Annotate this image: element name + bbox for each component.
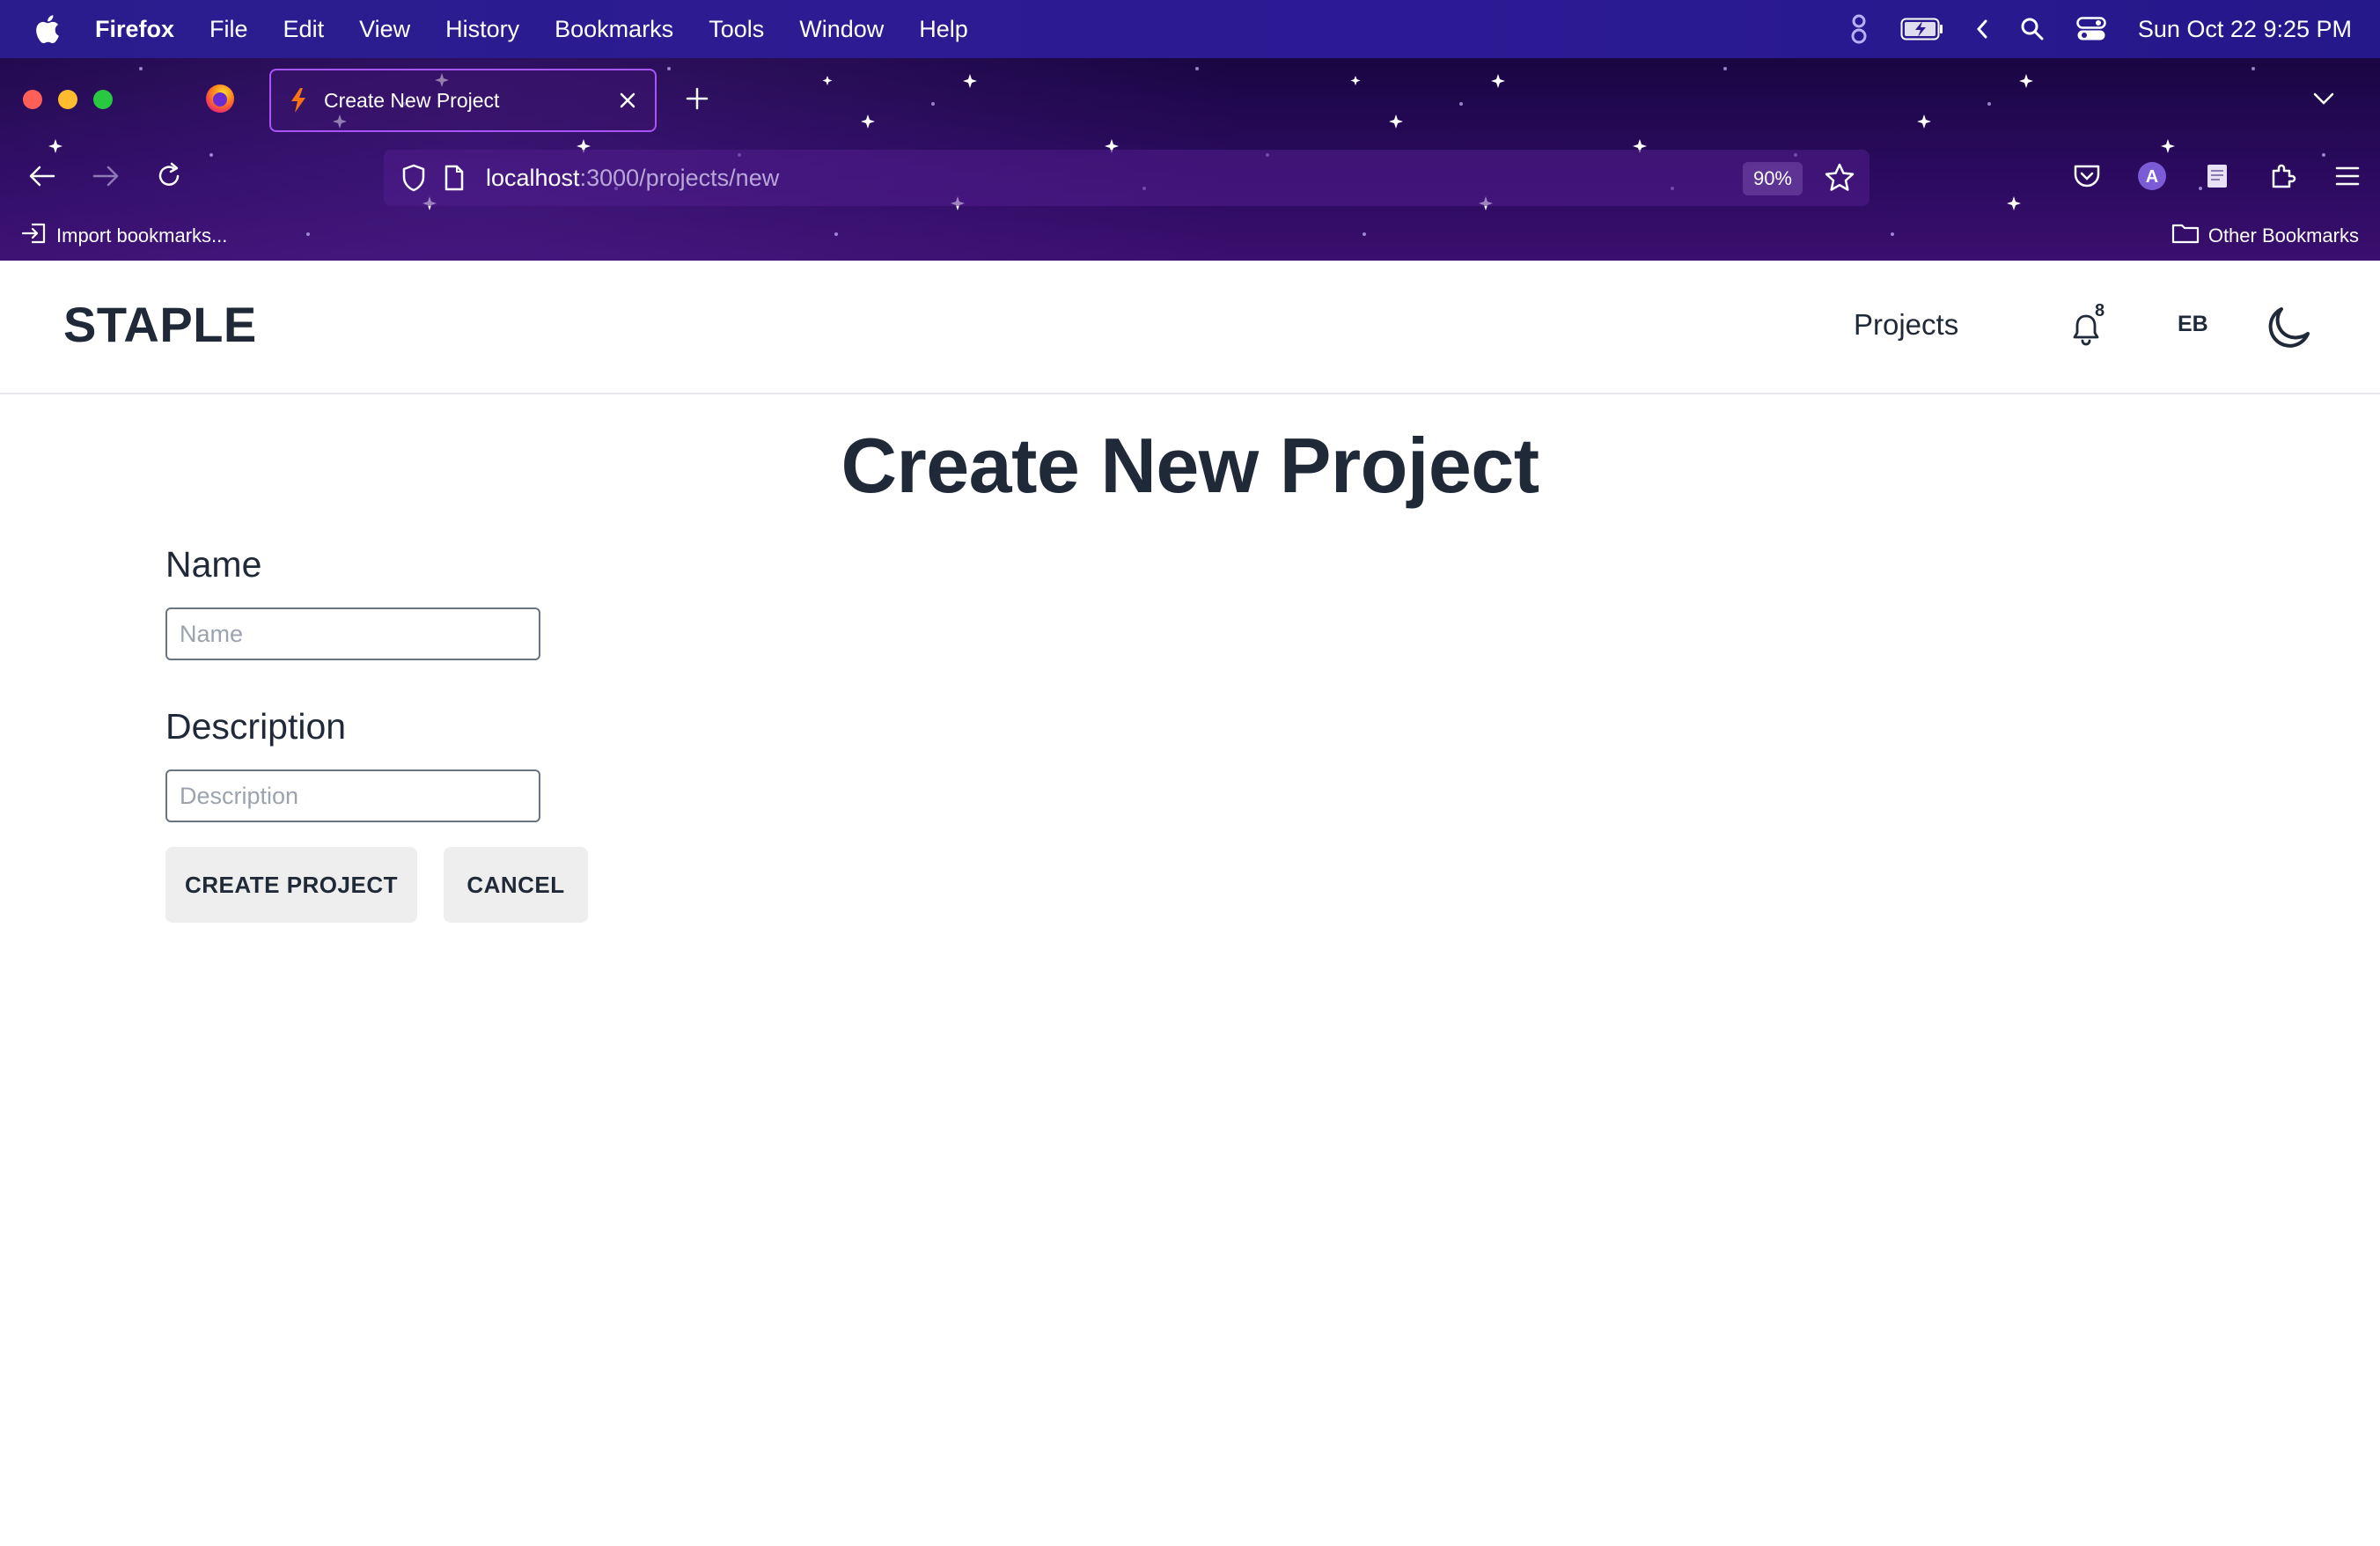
menu-edit[interactable]: Edit: [283, 16, 325, 43]
list-all-tabs-chevron-icon[interactable]: [2311, 90, 2336, 107]
other-bookmarks-label: Other Bookmarks: [2207, 225, 2359, 247]
chevron-left-icon[interactable]: [1976, 18, 1988, 40]
name-input[interactable]: [165, 607, 540, 660]
minimize-window-button[interactable]: [58, 90, 77, 109]
tab-create-new-project[interactable]: Create New Project: [269, 69, 657, 132]
zoom-level-badge[interactable]: 90%: [1742, 162, 1803, 195]
new-tab-plus-icon[interactable]: [685, 86, 709, 111]
user-avatar[interactable]: EB: [2178, 312, 2208, 337]
page-icon[interactable]: [438, 162, 470, 194]
moon-icon[interactable]: [2264, 301, 2315, 352]
menu-file[interactable]: File: [209, 16, 248, 43]
back-arrow-icon[interactable]: [25, 158, 60, 194]
url-path: :3000/projects/new: [579, 164, 780, 191]
import-bookmarks-label: Import bookmarks...: [56, 225, 228, 247]
zoom-window-button[interactable]: [93, 90, 113, 109]
menu-window[interactable]: Window: [799, 16, 884, 43]
close-tab-icon[interactable]: [618, 91, 637, 110]
notification-count-badge: 8: [2095, 301, 2105, 320]
shield-icon[interactable]: [398, 162, 430, 194]
account-initial: A: [2146, 167, 2158, 187]
macos-menu-bar: Firefox File Edit View History Bookmarks…: [0, 0, 2380, 58]
description-label: Description: [165, 706, 347, 747]
site-header: STAPLE Projects 8 EB: [0, 261, 2380, 394]
menu-bookmarks[interactable]: Bookmarks: [555, 16, 673, 43]
firefox-view-icon[interactable]: [204, 83, 236, 114]
reader-icon[interactable]: [2202, 161, 2232, 191]
nav-projects-link[interactable]: Projects: [1854, 308, 1958, 342]
tab-title: Create New Project: [324, 88, 500, 112]
browser-chrome: Create New Project localhost:3000/projec…: [0, 58, 2380, 261]
control-center-icon[interactable]: [2076, 17, 2106, 41]
staple-favicon-icon: [287, 87, 310, 114]
menu-help[interactable]: Help: [919, 16, 968, 43]
battery-charging-icon[interactable]: [1900, 18, 1944, 40]
bookmarks-toolbar: Import bookmarks... Other Bookmarks: [0, 211, 2380, 261]
description-input[interactable]: [165, 769, 540, 822]
reload-icon[interactable]: [151, 158, 187, 194]
grammarly-icon[interactable]: [1849, 13, 1869, 45]
menu-bar-status-area: Sun Oct 22 9:25 PM: [1818, 0, 2352, 58]
import-icon: [21, 222, 48, 250]
menu-app-firefox[interactable]: Firefox: [95, 16, 174, 43]
url-host: localhost: [486, 164, 580, 191]
apple-icon[interactable]: [32, 14, 62, 44]
cancel-button[interactable]: CANCEL: [444, 847, 588, 923]
star-icon[interactable]: [1824, 162, 1855, 194]
account-icon[interactable]: A: [2137, 161, 2167, 191]
tab-bar: Create New Project: [0, 58, 2380, 141]
page-title: Create New Project: [841, 422, 1539, 509]
other-bookmarks-folder[interactable]: Other Bookmarks: [2171, 222, 2359, 250]
import-bookmarks-link[interactable]: Import bookmarks...: [21, 222, 227, 250]
address-bar[interactable]: localhost:3000/projects/new 90%: [384, 150, 1869, 206]
site-logo[interactable]: STAPLE: [63, 296, 257, 353]
menu-view[interactable]: View: [359, 16, 410, 43]
menu-bar-clock[interactable]: Sun Oct 22 9:25 PM: [2138, 16, 2352, 43]
pocket-icon[interactable]: [2072, 161, 2102, 191]
toolbar-right-buttons: A: [2037, 157, 2362, 195]
window-controls: [23, 90, 129, 109]
name-label: Name: [165, 544, 262, 585]
menu-tools[interactable]: Tools: [709, 16, 764, 43]
folder-icon: [2171, 222, 2200, 250]
url-text[interactable]: localhost:3000/projects/new: [486, 165, 779, 192]
spotlight-search-icon[interactable]: [2020, 17, 2045, 41]
navigation-toolbar: localhost:3000/projects/new 90% A: [0, 141, 2380, 211]
menu-history[interactable]: History: [445, 16, 519, 43]
hamburger-menu-icon[interactable]: [2332, 161, 2362, 191]
forward-arrow-icon[interactable]: [88, 158, 123, 194]
extensions-icon[interactable]: [2267, 161, 2297, 191]
create-project-button[interactable]: CREATE PROJECT: [165, 847, 417, 923]
close-window-button[interactable]: [23, 90, 42, 109]
